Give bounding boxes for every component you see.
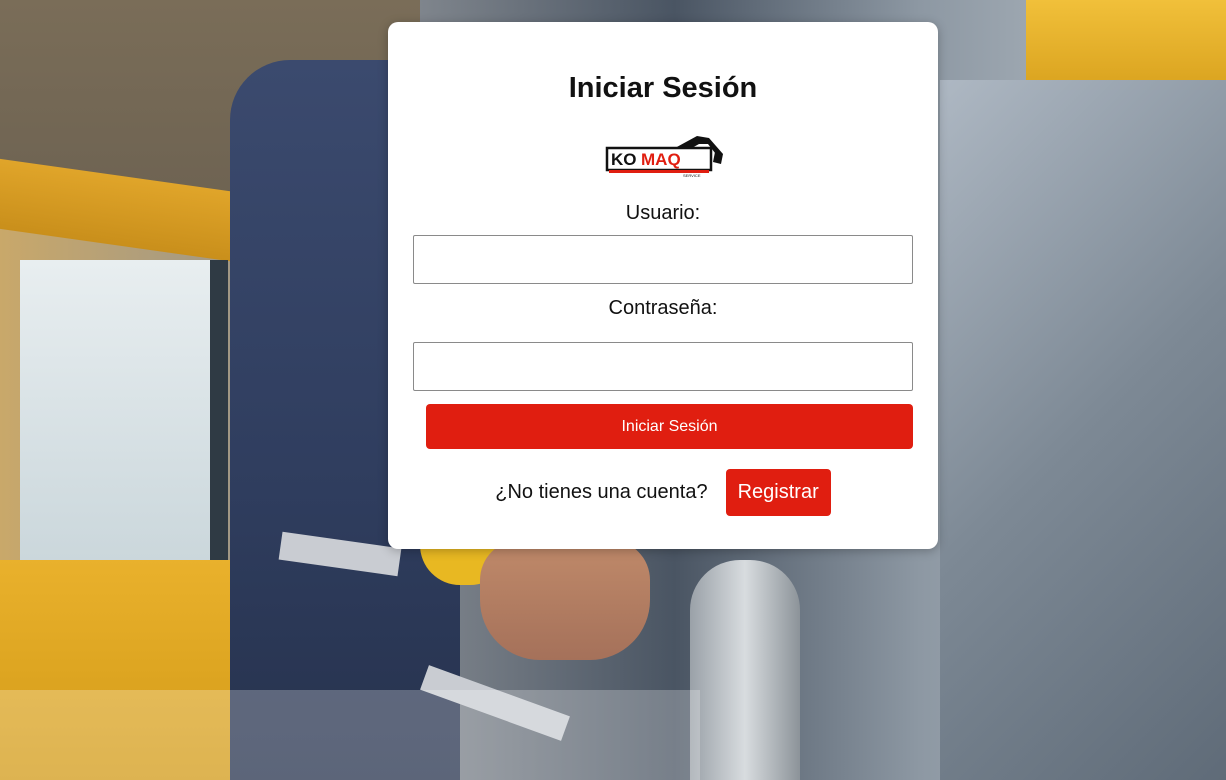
svg-text:SERVICE: SERVICE (683, 173, 701, 178)
svg-text:KO: KO (611, 150, 637, 169)
komaq-logo: KO MAQ SERVICE (605, 136, 723, 178)
username-input[interactable] (413, 235, 913, 284)
username-label: Usuario: (625, 202, 701, 224)
register-button[interactable]: Registrar (725, 469, 831, 516)
login-button[interactable]: Iniciar Sesión (426, 404, 913, 449)
register-row: ¿No tienes una cuenta? Registrar (388, 469, 938, 516)
svg-text:MAQ: MAQ (641, 150, 681, 169)
password-label: Contraseña: (608, 297, 718, 319)
page-title: Iniciar Sesión (568, 72, 758, 104)
no-account-text: ¿No tienes una cuenta? (495, 481, 708, 503)
login-card: Iniciar Sesión KO MAQ SERVICE Usuario: C… (388, 22, 938, 549)
password-input[interactable] (413, 342, 913, 391)
